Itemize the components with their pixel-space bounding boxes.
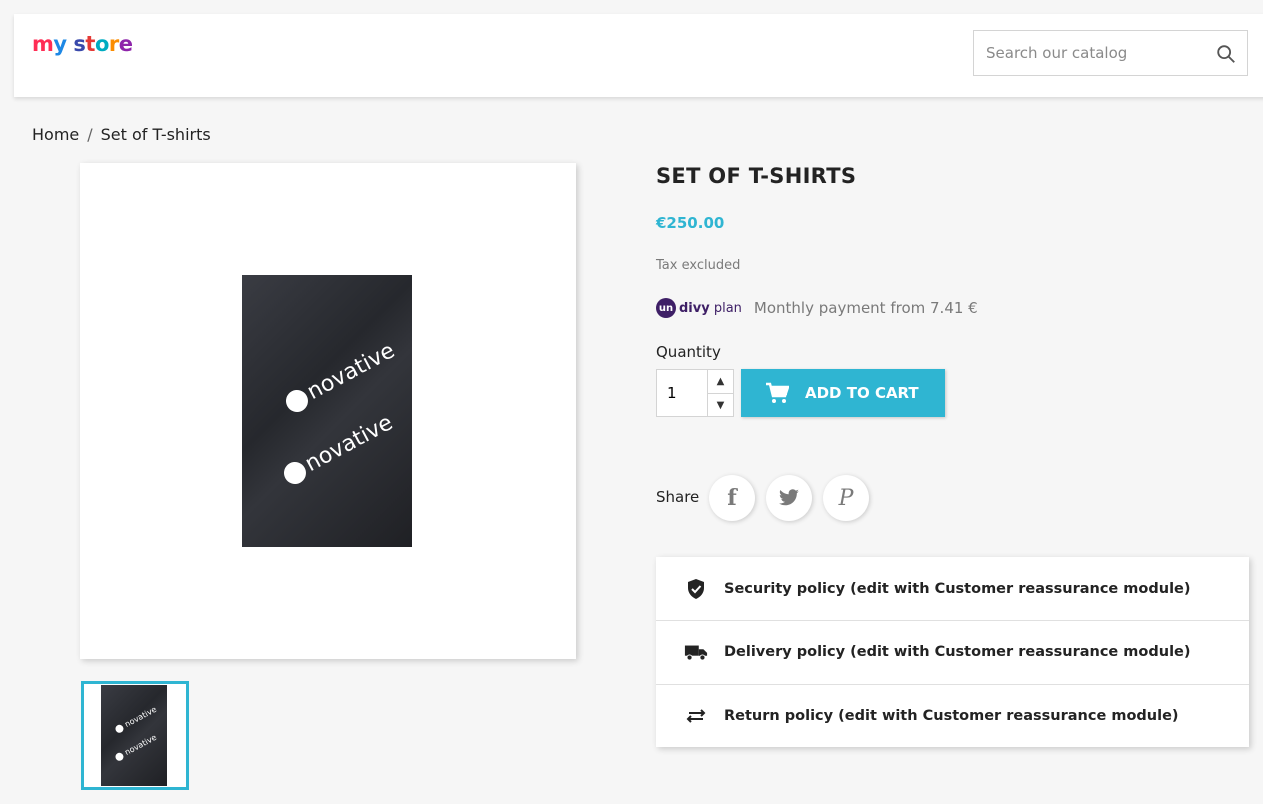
- quantity-spin: ▲ ▼: [707, 370, 733, 416]
- twitter-icon: [779, 489, 799, 506]
- installment-info: un divy plan Monthly payment from 7.41 €: [656, 298, 978, 318]
- divy-logo-icon: un: [656, 298, 676, 318]
- facebook-icon: f: [727, 485, 737, 511]
- reassurance-text: Security policy (edit with Customer reas…: [724, 580, 1191, 597]
- search-box: [973, 30, 1248, 76]
- breadcrumb-home[interactable]: Home: [32, 125, 79, 144]
- product-price: €250.00: [656, 214, 725, 232]
- installment-text: Monthly payment from 7.41 €: [753, 299, 978, 317]
- product-thumbnail[interactable]: novative novative: [81, 681, 189, 790]
- facebook-share-button[interactable]: f: [709, 475, 755, 521]
- twitter-share-button[interactable]: [766, 475, 812, 521]
- product-title: SET OF T-SHIRTS: [656, 164, 857, 188]
- cart-icon: [766, 382, 789, 403]
- add-to-cart-label: ADD TO CART: [805, 384, 919, 402]
- reassurance-text: Return policy (edit with Customer reassu…: [724, 708, 1179, 724]
- swap-arrows-icon: [684, 704, 708, 728]
- tax-note: Tax excluded: [656, 258, 741, 273]
- divy-brand: divy plan: [679, 300, 742, 316]
- product-main-image[interactable]: novative novative: [80, 163, 576, 659]
- quantity-label: Quantity: [656, 343, 721, 361]
- breadcrumb-current[interactable]: Set of T-shirts: [101, 125, 211, 144]
- product-photo: novative novative: [242, 275, 412, 547]
- quantity-down-button[interactable]: ▼: [708, 393, 733, 416]
- truck-icon: [684, 640, 708, 664]
- reassurance-security: Security policy (edit with Customer reas…: [656, 557, 1249, 620]
- reassurance-return: Return policy (edit with Customer reassu…: [656, 684, 1249, 747]
- pinterest-icon: P: [838, 485, 854, 511]
- thumbnail-photo: novative novative: [101, 685, 167, 786]
- share-label: Share: [656, 488, 700, 506]
- quantity-input[interactable]: [657, 370, 707, 416]
- breadcrumb: Home / Set of T-shirts: [32, 125, 211, 144]
- reassurance-text: Delivery policy (edit with Customer reas…: [724, 644, 1191, 660]
- search-icon[interactable]: [1215, 43, 1237, 65]
- search-input[interactable]: [974, 31, 1204, 75]
- store-logo[interactable]: my store: [32, 32, 133, 56]
- shield-icon: [684, 577, 708, 601]
- reassurance-delivery: Delivery policy (edit with Customer reas…: [656, 620, 1249, 683]
- site-header: my store: [14, 14, 1263, 97]
- breadcrumb-separator: /: [87, 125, 93, 144]
- reassurance-block: Security policy (edit with Customer reas…: [656, 557, 1249, 747]
- pinterest-share-button[interactable]: P: [823, 475, 869, 521]
- quantity-stepper: ▲ ▼: [656, 369, 734, 417]
- quantity-up-button[interactable]: ▲: [708, 370, 733, 393]
- add-to-cart-button[interactable]: ADD TO CART: [741, 369, 945, 417]
